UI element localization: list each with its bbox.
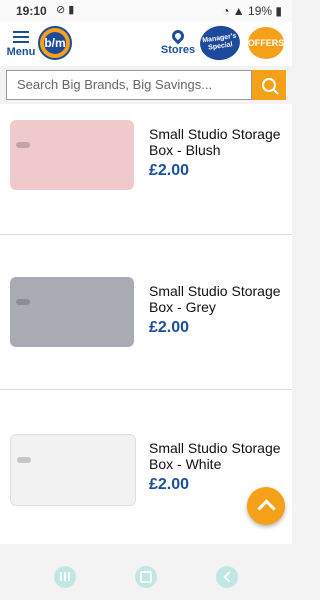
product-price: £2.00: [149, 319, 190, 336]
product-list: Small Studio Storage Box - Blush £2.00 S…: [0, 104, 292, 544]
bm-logo[interactable]: b/m: [38, 26, 72, 60]
product-item[interactable]: Small Studio Storage Box - White £2.00: [0, 390, 292, 544]
product-name[interactable]: Small Studio Storage Box - White: [149, 440, 289, 472]
battery-level: 19%: [248, 4, 273, 18]
wifi-icon: ◔: [222, 4, 230, 18]
search-icon: [262, 78, 276, 92]
product-image: [10, 434, 136, 506]
home-button[interactable]: [135, 566, 157, 588]
product-price: £2.00: [149, 162, 190, 179]
product-image: [10, 120, 134, 190]
product-item[interactable]: Small Studio Storage Box - Grey £2.00: [0, 235, 292, 390]
back-icon: [222, 571, 235, 583]
back-button[interactable]: [216, 566, 238, 588]
status-bar: 19:10 ⊘ ▮ ◔ ▲ 19% ▮: [0, 0, 292, 22]
location-pin-icon: [169, 27, 187, 45]
notification-icons: ⊘ ▮: [56, 4, 75, 16]
menu-button[interactable]: Menu: [6, 28, 36, 58]
chevron-up-icon: [256, 499, 276, 518]
product-name[interactable]: Small Studio Storage Box - Blush: [149, 126, 289, 158]
product-image: [10, 277, 134, 347]
product-price: £2.00: [149, 476, 190, 493]
hamburger-icon: [6, 31, 36, 43]
stores-label: Stores: [160, 44, 196, 56]
home-icon: [140, 571, 152, 583]
managers-special-badge[interactable]: Manager's Special: [197, 23, 243, 63]
product-item[interactable]: Small Studio Storage Box - Blush £2.00: [0, 104, 292, 235]
system-nav-bar: [0, 550, 292, 600]
scroll-to-top-button[interactable]: [247, 487, 285, 525]
product-name[interactable]: Small Studio Storage Box - Grey: [149, 283, 289, 315]
search-button[interactable]: [252, 70, 286, 100]
status-time: 19:10: [16, 4, 47, 18]
stores-button[interactable]: Stores: [160, 27, 196, 56]
offers-button[interactable]: OFFERS: [248, 27, 284, 59]
menu-label: Menu: [6, 46, 36, 58]
recent-apps-button[interactable]: [54, 566, 76, 588]
battery-icon: ▮: [275, 4, 282, 18]
search-input[interactable]: Search Big Brands, Big Savings...: [6, 70, 252, 100]
status-right: ◔ ▲ 19% ▮: [222, 4, 282, 18]
app-header: Menu b/m Stores Manager's Special OFFERS: [0, 22, 292, 66]
logo-text: b/m: [44, 32, 66, 54]
signal-icon: ▲: [232, 4, 245, 18]
recent-apps-icon: [59, 568, 71, 586]
